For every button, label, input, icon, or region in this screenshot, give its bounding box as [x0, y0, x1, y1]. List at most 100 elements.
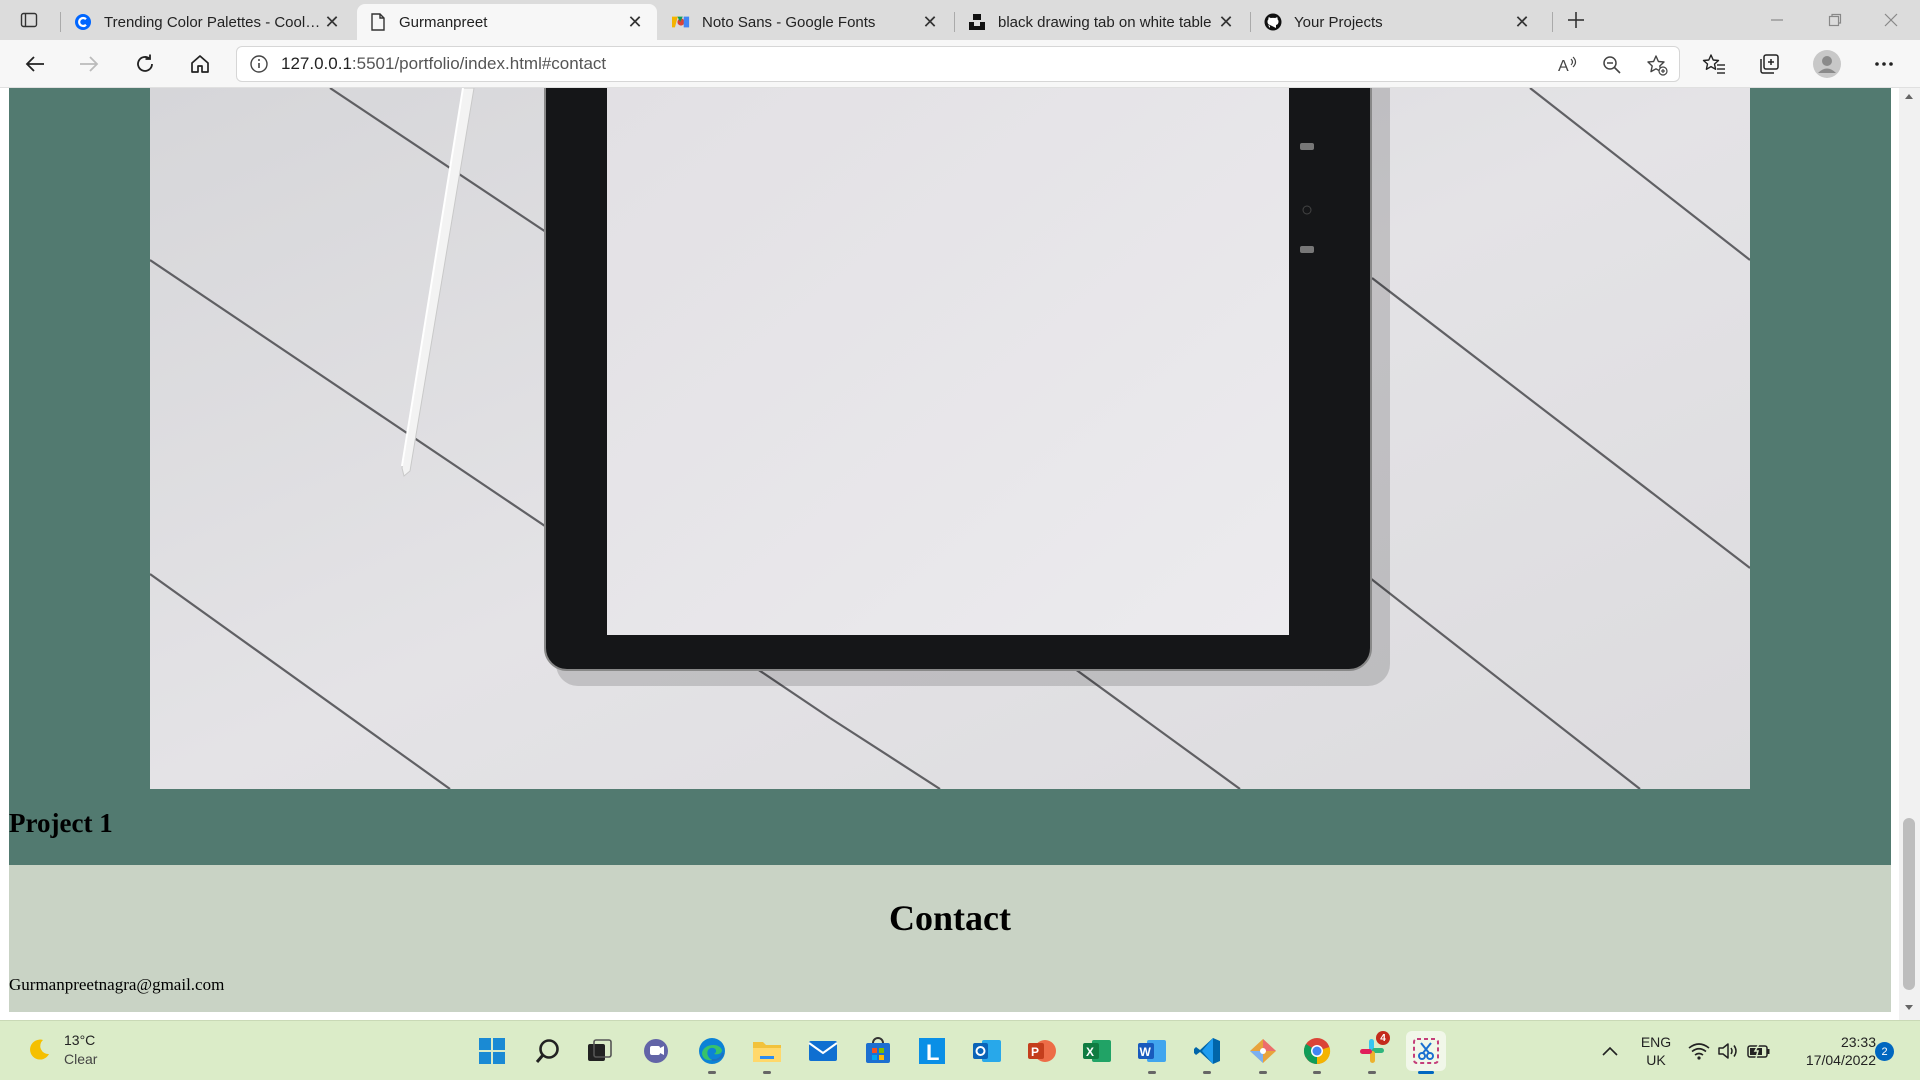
- slack-button[interactable]: 4: [1352, 1031, 1392, 1074]
- close-tab-icon[interactable]: ✕: [1512, 12, 1532, 33]
- refresh-button[interactable]: [128, 48, 162, 80]
- tab-title: Noto Sans - Google Fonts: [702, 13, 876, 31]
- tab-your-projects[interactable]: Your Projects ✕: [1252, 4, 1544, 40]
- excel-icon: X: [1083, 1040, 1111, 1062]
- powerpoint-icon: P: [1028, 1040, 1056, 1062]
- vertical-scrollbar[interactable]: [1899, 88, 1920, 1020]
- l-app-icon: L: [919, 1038, 945, 1065]
- task-view-icon: [588, 1039, 612, 1061]
- close-tab-icon[interactable]: ✕: [920, 12, 940, 33]
- vscode-button[interactable]: [1187, 1031, 1227, 1074]
- weather-widget[interactable]: 13°C Clear: [26, 1031, 97, 1069]
- settings-menu-button[interactable]: [1867, 48, 1901, 80]
- github-icon: [1264, 13, 1282, 31]
- task-view-button[interactable]: [580, 1031, 620, 1071]
- vscode-icon: [1194, 1038, 1220, 1064]
- contact-email[interactable]: Gurmanpreetnagra@gmail.com: [9, 975, 224, 995]
- outlook-icon: [973, 1040, 1001, 1062]
- close-tab-icon[interactable]: ✕: [1216, 12, 1236, 33]
- edge-button[interactable]: [692, 1031, 732, 1074]
- snipping-tool-button[interactable]: [1406, 1031, 1446, 1074]
- add-favorite-icon[interactable]: [1642, 55, 1672, 76]
- git-app-button[interactable]: [1243, 1031, 1283, 1074]
- chevron-up-icon: [1602, 1046, 1618, 1056]
- mail-button[interactable]: [803, 1031, 843, 1071]
- teams-chat-button[interactable]: [636, 1031, 676, 1071]
- close-window-button[interactable]: [1862, 0, 1920, 40]
- excel-button[interactable]: X: [1077, 1031, 1117, 1071]
- contact-section: Contact Gurmanpreetnagra@gmail.com: [9, 865, 1891, 1012]
- clock[interactable]: 23:33 17/04/2022: [1780, 1033, 1876, 1069]
- git-app-icon: [1250, 1039, 1276, 1063]
- language-region: UK: [1646, 1052, 1666, 1068]
- collections-button[interactable]: [1752, 48, 1786, 80]
- tab-unsplash[interactable]: black drawing tab on white table ✕: [956, 4, 1248, 40]
- minimize-button[interactable]: [1748, 0, 1806, 40]
- home-button[interactable]: [183, 48, 217, 80]
- page-viewport: Project 1 Contact Gurmanpreetnagra@gmail…: [0, 88, 1920, 1020]
- word-button[interactable]: W: [1132, 1031, 1172, 1074]
- scroll-up-arrow-icon[interactable]: [1903, 90, 1915, 102]
- page-icon: [369, 13, 387, 31]
- arrow-right-icon: [80, 56, 99, 72]
- home-icon: [191, 55, 209, 73]
- file-explorer-button[interactable]: [747, 1031, 787, 1074]
- language-code: ENG: [1640, 1034, 1672, 1050]
- outlook-button[interactable]: [967, 1031, 1007, 1071]
- tab-coolors[interactable]: Trending Color Palettes - Coolors ✕: [62, 4, 354, 40]
- coolors-icon: [74, 13, 92, 31]
- close-icon: [1884, 13, 1898, 27]
- start-button[interactable]: [472, 1031, 512, 1071]
- volume-icon[interactable]: [1716, 1039, 1740, 1063]
- chrome-button[interactable]: [1297, 1031, 1337, 1074]
- snipping-tool-icon: [1413, 1038, 1439, 1064]
- project-title: Project 1: [9, 808, 113, 838]
- back-button[interactable]: [18, 48, 52, 80]
- site-info-icon[interactable]: [237, 54, 281, 74]
- tab-gurmanpreet[interactable]: Gurmanpreet ✕: [357, 4, 657, 40]
- restore-icon: [1828, 13, 1842, 27]
- search-icon: [535, 1039, 559, 1063]
- project-section: Project 1 Contact Gurmanpreetnagra@gmail…: [9, 88, 1891, 1012]
- edge-icon: [699, 1038, 725, 1064]
- avatar: [1813, 50, 1841, 78]
- notification-badge[interactable]: 2: [1875, 1042, 1894, 1061]
- scroll-down-arrow-icon[interactable]: [1903, 1002, 1915, 1014]
- running-indicator: [708, 1071, 716, 1074]
- l-app-button[interactable]: L: [912, 1031, 952, 1071]
- restore-button[interactable]: [1806, 0, 1864, 40]
- close-tab-icon[interactable]: ✕: [322, 12, 342, 33]
- teams-chat-icon: [644, 1039, 668, 1063]
- show-hidden-icons-button[interactable]: [1598, 1039, 1622, 1063]
- tab-separator: [1552, 12, 1553, 32]
- favorites-button[interactable]: [1697, 48, 1731, 80]
- drawing-tablet-photo: [150, 88, 1750, 789]
- tab-title: black drawing tab on white table: [998, 13, 1212, 31]
- scrollbar-thumb[interactable]: [1903, 818, 1915, 990]
- contact-heading: Contact: [889, 898, 1011, 938]
- profile-button[interactable]: [1810, 48, 1844, 80]
- wifi-icon[interactable]: [1687, 1039, 1711, 1063]
- new-tab-button[interactable]: [1562, 6, 1590, 34]
- zoom-out-icon[interactable]: [1597, 55, 1627, 75]
- powerpoint-button[interactable]: P: [1022, 1031, 1062, 1071]
- browser-toolbar: 127.0.0.1:5501/portfolio/index.html#cont…: [0, 40, 1920, 88]
- read-aloud-icon[interactable]: A: [1553, 55, 1583, 75]
- tab-noto-sans[interactable]: Noto Sans - Google Fonts ✕: [660, 4, 952, 40]
- store-button[interactable]: [858, 1031, 898, 1071]
- close-tab-icon[interactable]: ✕: [625, 12, 645, 33]
- word-icon: W: [1138, 1040, 1166, 1062]
- search-button[interactable]: [528, 1031, 568, 1071]
- tab-actions-button[interactable]: [14, 8, 44, 32]
- clock-date: 17/04/2022: [1805, 1052, 1876, 1068]
- svg-text:W: W: [1140, 1045, 1152, 1059]
- taskbar: 13°C Clear L P X W 4 ENG UK 23:33 17/04/…: [0, 1020, 1920, 1080]
- battery-icon[interactable]: [1747, 1039, 1771, 1063]
- arrow-left-icon: [25, 56, 44, 72]
- address-bar[interactable]: 127.0.0.1:5501/portfolio/index.html#cont…: [236, 46, 1680, 82]
- slack-badge: 4: [1376, 1031, 1390, 1045]
- url-path: :5501/portfolio/index.html#contact: [351, 54, 607, 73]
- forward-button[interactable]: [72, 48, 106, 80]
- language-indicator[interactable]: ENG UK: [1636, 1033, 1676, 1069]
- project-image: [150, 88, 1750, 789]
